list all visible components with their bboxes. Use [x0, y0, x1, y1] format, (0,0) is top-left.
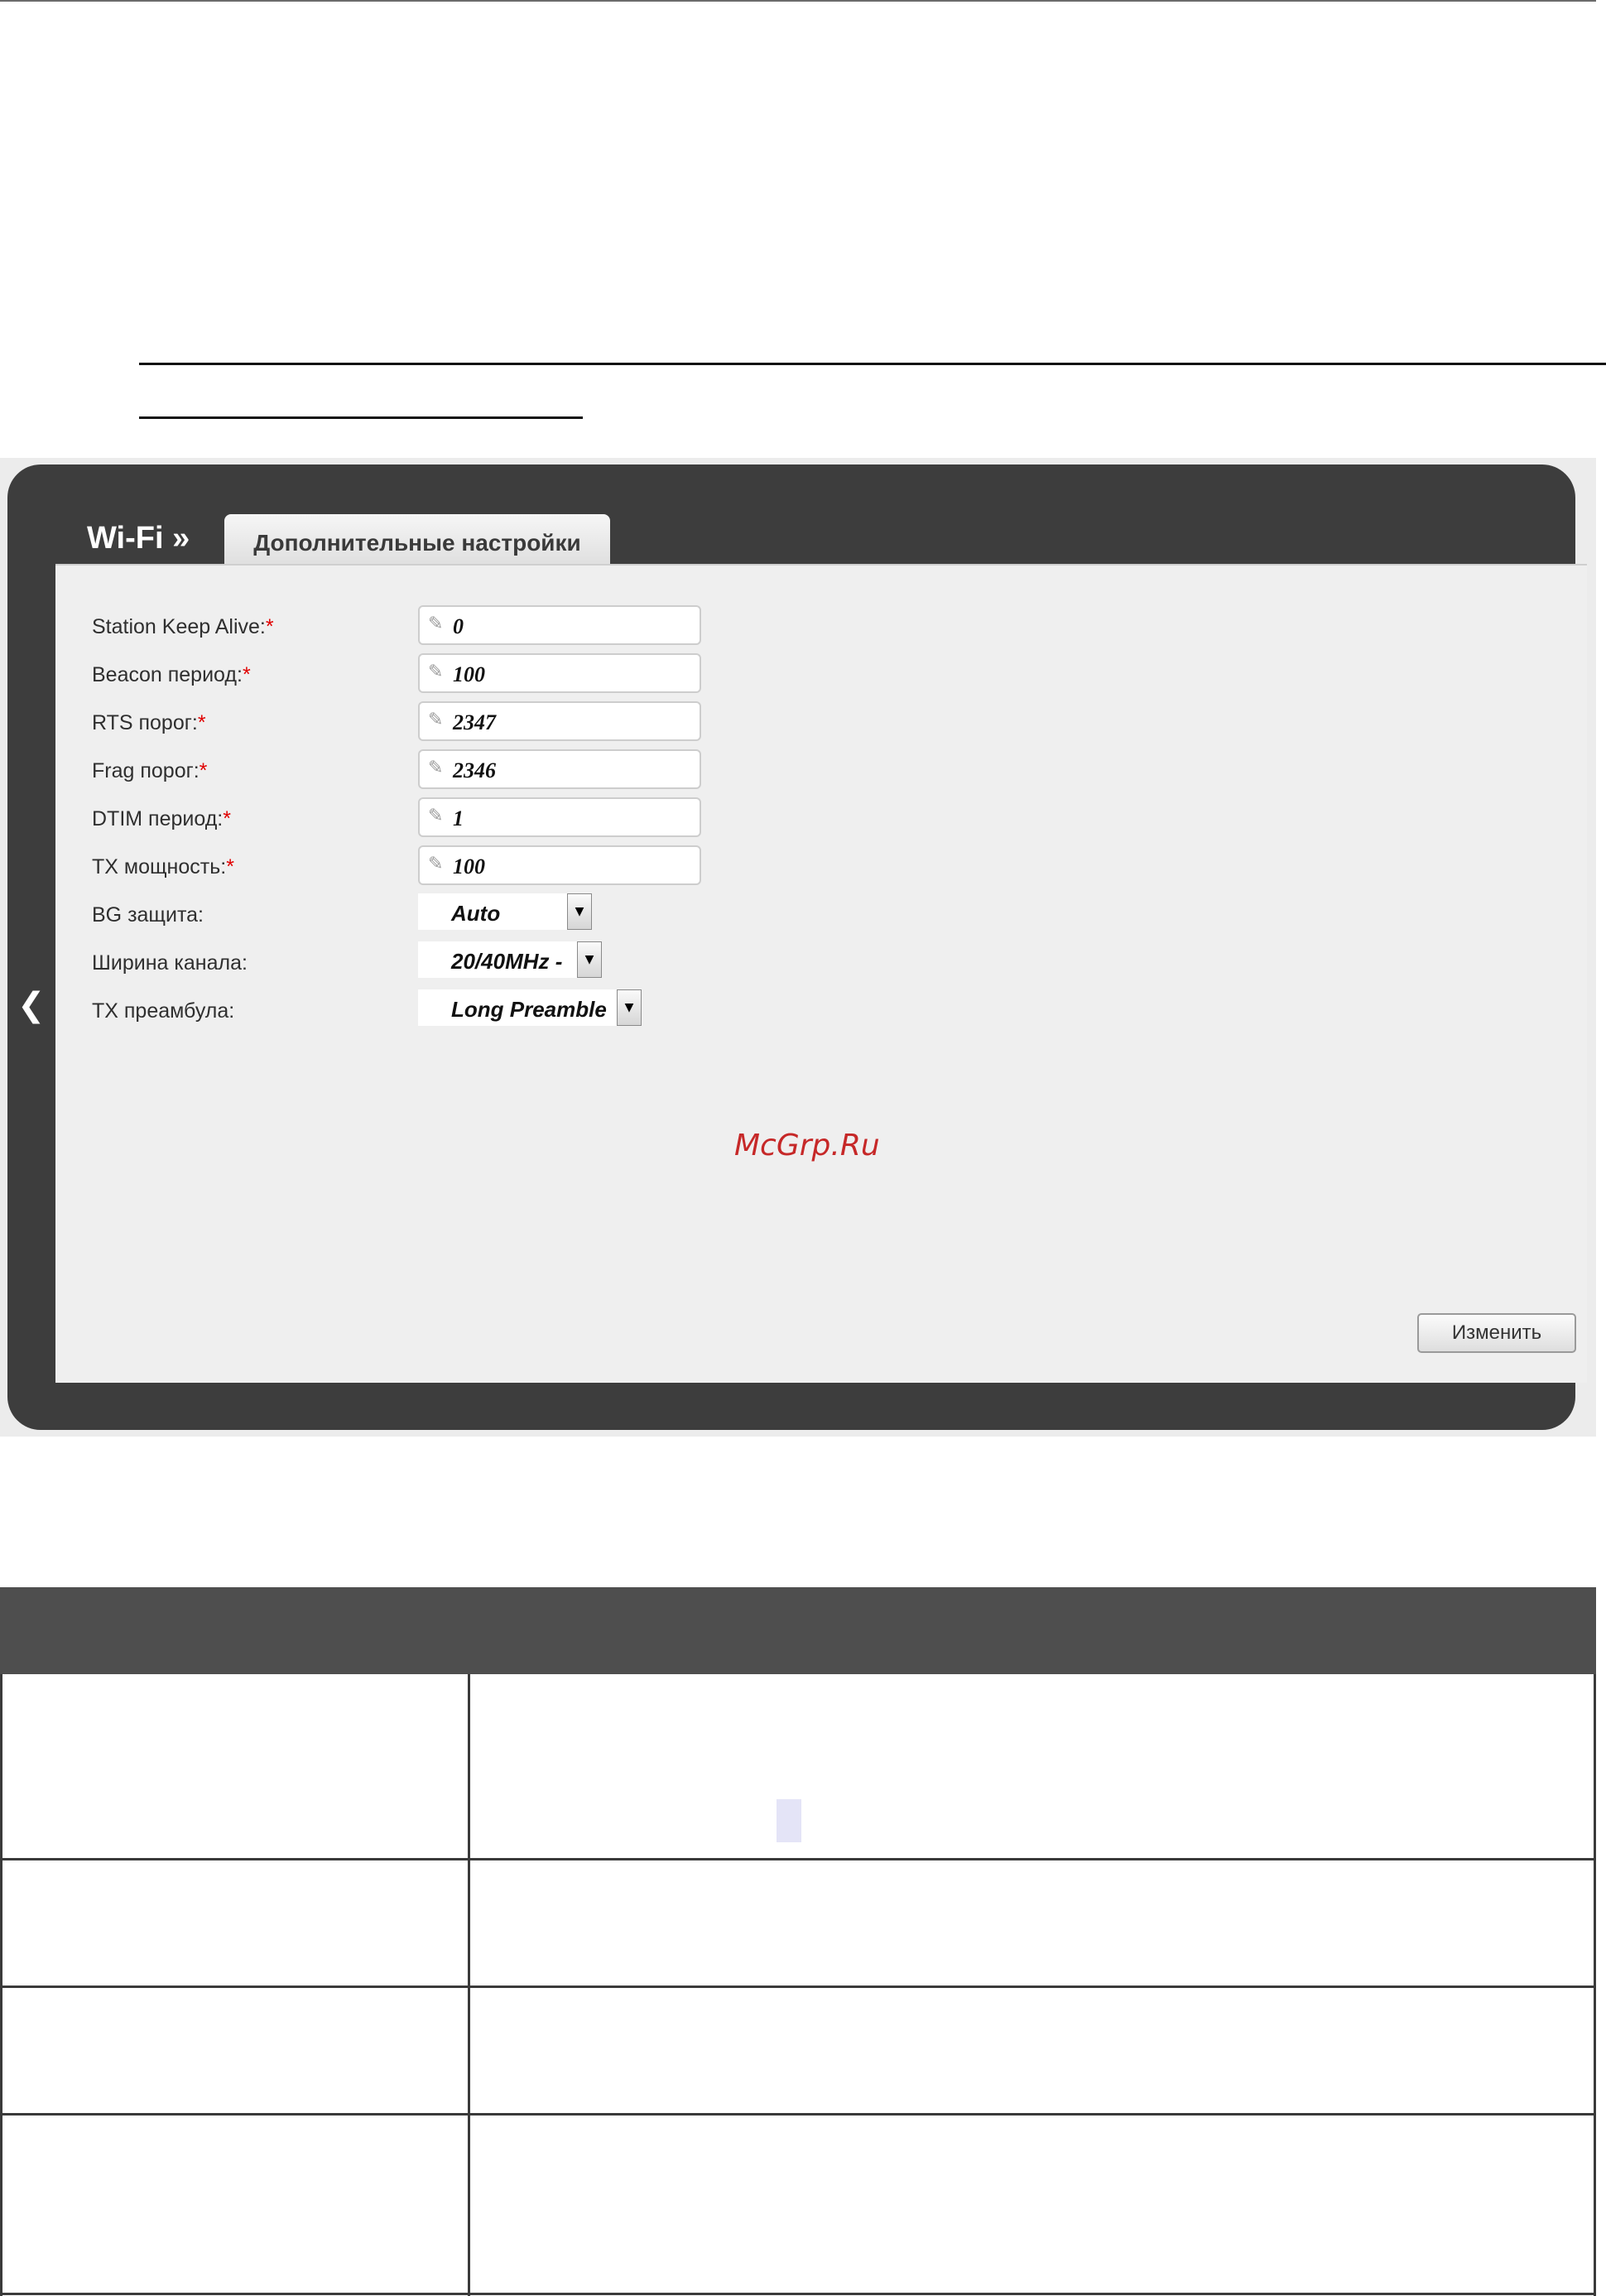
required-mark: * — [265, 615, 274, 638]
underline-2 — [139, 416, 583, 419]
pencil-icon: ✎ — [428, 758, 444, 778]
label-tx-preamble: TX преамбула: — [92, 999, 235, 1023]
pencil-icon: ✎ — [428, 806, 444, 826]
top-rule — [0, 0, 1596, 2]
underline-1 — [139, 363, 1606, 365]
label-channel-width: Ширина канала: — [92, 951, 248, 975]
pencil-icon: ✎ — [428, 614, 444, 634]
table-rule — [0, 1858, 1596, 1860]
beacon-period-input[interactable]: ✎ 100 — [418, 653, 701, 693]
label-beacon-period: Beacon период:* — [92, 663, 251, 686]
channel-width-select[interactable]: 20/40MHz - ▼ — [418, 941, 602, 978]
tx-preamble-select[interactable]: Long Preamble ▼ — [418, 989, 642, 1026]
table-border-middle — [468, 1674, 470, 2296]
label-bg-protection: BG защита: — [92, 903, 204, 927]
back-arrow-icon[interactable]: ❮ — [17, 986, 46, 1024]
label-tx-power: TX мощность:* — [92, 855, 234, 878]
pencil-icon: ✎ — [428, 662, 444, 682]
required-mark: * — [223, 807, 231, 830]
required-mark: * — [199, 759, 208, 782]
dropdown-arrow-icon[interactable]: ▼ — [617, 989, 642, 1026]
bg-protection-select[interactable]: Auto ▼ — [418, 893, 592, 930]
required-mark: * — [197, 711, 206, 734]
wifi-breadcrumb[interactable]: Wi-Fi » — [87, 521, 190, 556]
text-cursor-highlight — [777, 1799, 801, 1842]
settings-panel: Station Keep Alive:* ✎ 0 Beacon период:*… — [55, 564, 1587, 1383]
label-rts-threshold: RTS порог:* — [92, 711, 206, 734]
router-frame: Wi-Fi » Дополнительные настройки ❮ Stati… — [7, 464, 1587, 1430]
table-rule — [0, 1986, 1596, 1988]
rts-threshold-input[interactable]: ✎ 2347 — [418, 701, 701, 741]
tx-power-input[interactable]: ✎ 100 — [418, 845, 701, 885]
apply-button[interactable]: Изменить — [1417, 1313, 1576, 1353]
table-header — [0, 1587, 1596, 1674]
table-border-right — [1594, 1674, 1596, 2296]
watermark-text: McGrp.Ru — [734, 1129, 880, 1162]
frag-threshold-input[interactable]: ✎ 2346 — [418, 749, 701, 789]
dropdown-arrow-icon[interactable]: ▼ — [577, 941, 602, 978]
pencil-icon: ✎ — [428, 854, 444, 874]
required-mark: * — [242, 663, 251, 686]
table-border-left — [0, 1674, 2, 2296]
table-rule — [0, 2293, 1596, 2295]
dtim-period-input[interactable]: ✎ 1 — [418, 797, 701, 837]
router-screenshot: Wi-Fi » Дополнительные настройки ❮ Stati… — [0, 458, 1596, 1437]
label-dtim-period: DTIM период:* — [92, 807, 231, 830]
required-mark: * — [226, 855, 234, 878]
table-rule — [0, 2113, 1596, 2115]
label-station-keep-alive: Station Keep Alive:* — [92, 615, 274, 638]
dropdown-arrow-icon[interactable]: ▼ — [567, 893, 592, 930]
station-keep-alive-input[interactable]: ✎ 0 — [418, 605, 701, 645]
label-frag-threshold: Frag порог:* — [92, 759, 208, 782]
pencil-icon: ✎ — [428, 710, 444, 730]
